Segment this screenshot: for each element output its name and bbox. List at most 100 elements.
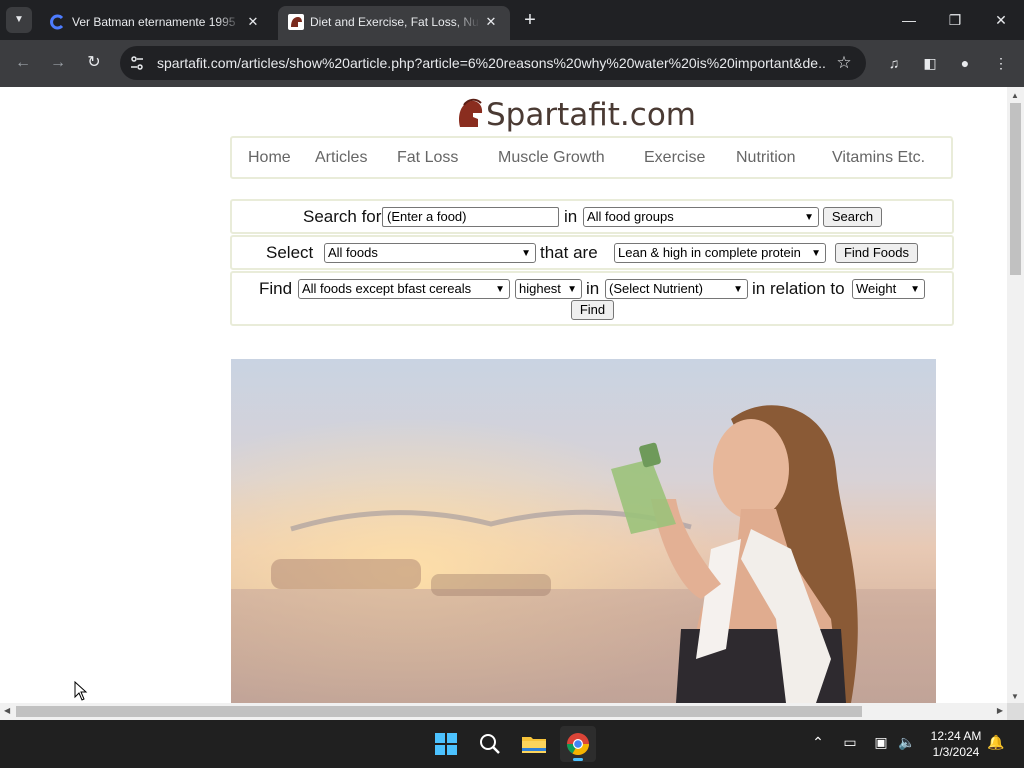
bookmark-star-icon[interactable]: ☆ (834, 53, 854, 73)
clock-date: 1/3/2024 (932, 745, 980, 759)
nav-nutrition[interactable]: Nutrition (736, 149, 796, 167)
system-clock[interactable]: 12:24 AM 1/3/2024 (922, 728, 990, 760)
find-label: Find (259, 279, 293, 298)
volume-icon[interactable]: 🔈 (897, 734, 917, 751)
start-button[interactable] (428, 726, 464, 762)
scroll-left-icon[interactable]: ◀ (4, 706, 10, 715)
tab-batman[interactable]: Ver Batman eternamente 1995 ✕ (40, 6, 272, 40)
search-button[interactable]: Search (823, 207, 882, 227)
vertical-scroll-thumb[interactable] (1010, 103, 1021, 275)
woman-drinking-water-photo (231, 359, 936, 703)
chevron-down-icon: ▼ (733, 284, 743, 295)
chevron-down-icon: ▼ (811, 248, 821, 259)
site-info-icon[interactable] (128, 54, 146, 72)
order-value: highest (519, 281, 561, 296)
foods-select[interactable]: All foods ▼ (324, 243, 536, 263)
tab-strip: ▼ Ver Batman eternamente 1995 ✕ Diet and… (0, 0, 1024, 40)
chevron-down-icon: ▼ (495, 284, 505, 295)
tab-search-button[interactable]: ▼ (6, 7, 32, 33)
battery-icon[interactable]: ▭ (840, 734, 860, 751)
notification-bell-icon[interactable]: 🔔 (986, 734, 1006, 751)
nutrient-value: (Select Nutrient) (609, 281, 703, 296)
tab-title: Diet and Exercise, Fat Loss, Nutrition (310, 15, 480, 29)
nav-articles[interactable]: Articles (315, 149, 367, 167)
restore-icon[interactable]: ❐ (932, 0, 978, 40)
find-foods-select[interactable]: All foods except bfast cereals ▼ (298, 279, 510, 299)
reload-icon[interactable]: ↻ (81, 50, 107, 76)
side-panel-icon[interactable]: ◧ (919, 52, 941, 74)
address-bar[interactable]: spartafit.com/articles/show%20article.ph… (120, 46, 866, 80)
tab-spartafit[interactable]: Diet and Exercise, Fat Loss, Nutrition ✕ (278, 6, 510, 40)
food-search-form: Search for (Enter a food) in All food gr… (230, 199, 954, 234)
relation-label: in relation to (752, 279, 845, 298)
media-control-icon[interactable]: ♫ (883, 52, 905, 74)
logo-text: Spartafit.com (486, 97, 696, 133)
horizontal-scrollbar[interactable]: ◀ ▶ (0, 703, 1007, 720)
cuevana-c-icon (50, 14, 64, 30)
chrome-taskbar-button[interactable] (560, 726, 596, 762)
criteria-select-value: Lean & high in complete protein (618, 245, 801, 260)
clock-time: 12:24 AM (930, 729, 982, 743)
search-taskbar-button[interactable] (472, 726, 508, 762)
tab-title: Ver Batman eternamente 1995 (72, 15, 236, 29)
food-select-form: Select All foods ▼ that are Lean & high … (230, 235, 954, 270)
browser-toolbar: ← → ↻ spartafit.com/articles/show%20arti… (0, 40, 1024, 87)
chevron-down-icon: ▼ (521, 248, 531, 259)
chevron-down-icon: ▼ (910, 284, 920, 295)
close-tab-icon[interactable]: ✕ (244, 13, 262, 31)
url-text[interactable]: spartafit.com/articles/show%20article.ph… (157, 55, 827, 71)
nav-exercise[interactable]: Exercise (644, 149, 705, 167)
spartan-helmet-icon (459, 98, 483, 127)
nav-home[interactable]: Home (248, 149, 291, 167)
mouse-cursor-icon (74, 681, 88, 701)
nav-muscle-growth[interactable]: Muscle Growth (498, 149, 605, 167)
minimize-icon[interactable]: — (886, 0, 932, 40)
food-group-select[interactable]: All food groups ▼ (583, 207, 819, 227)
food-search-input[interactable]: (Enter a food) (382, 207, 559, 227)
scroll-right-icon[interactable]: ▶ (997, 706, 1003, 715)
find-foods-value: All foods except bfast cereals (302, 281, 472, 296)
nutrient-select[interactable]: (Select Nutrient) ▼ (605, 279, 748, 299)
criteria-select[interactable]: Lean & high in complete protein ▼ (614, 243, 826, 263)
nutrient-find-form: Find All foods except bfast cereals ▼ hi… (230, 271, 954, 326)
close-window-icon[interactable]: ✕ (978, 0, 1024, 40)
select-label: Select (266, 243, 314, 262)
search-for-label: Search for (303, 207, 382, 226)
close-tab-icon[interactable]: ✕ (482, 13, 500, 31)
food-group-value: All food groups (587, 209, 674, 224)
scroll-up-icon[interactable]: ▲ (1011, 91, 1019, 100)
find-button[interactable]: Find (571, 300, 614, 320)
vertical-scrollbar[interactable]: ▲ ▼ (1007, 87, 1024, 703)
more-menu-icon[interactable]: ⋮ (990, 52, 1012, 74)
relation-value: Weight (856, 281, 897, 296)
horizontal-scroll-thumb[interactable] (16, 706, 862, 717)
chevron-up-icon[interactable]: ⌃ (808, 734, 828, 751)
relation-select[interactable]: Weight ▼ (852, 279, 925, 299)
chevron-down-icon: ▼ (804, 212, 814, 223)
chevron-down-icon: ▼ (567, 284, 577, 295)
back-arrow-icon[interactable]: ← (10, 50, 36, 76)
order-select[interactable]: highest ▼ (515, 279, 582, 299)
find-foods-button[interactable]: Find Foods (835, 243, 918, 263)
hero-illustration (231, 359, 936, 703)
scrollbar-corner (1007, 703, 1024, 720)
forward-arrow-icon[interactable]: → (45, 50, 71, 76)
nav-fat-loss[interactable]: Fat Loss (397, 149, 458, 167)
folder-icon (522, 737, 546, 753)
profile-icon[interactable]: ● (954, 52, 976, 74)
in-label: in (564, 207, 578, 226)
nav-vitamins[interactable]: Vitamins Etc. (832, 149, 925, 167)
in-label: in (586, 279, 600, 298)
windows-logo-icon (435, 733, 457, 755)
page-viewport: Spartafit.com Home Articles Fat Loss Mus… (0, 87, 1007, 703)
that-are-label: that are (540, 243, 598, 262)
scroll-down-icon[interactable]: ▼ (1011, 692, 1019, 701)
new-tab-button[interactable]: + (518, 8, 542, 32)
file-explorer-button[interactable] (516, 726, 552, 762)
search-icon (480, 734, 500, 754)
windows-taskbar: ⌃ ▭ ▣ 🔈 12:24 AM 1/3/2024 🔔 (0, 720, 1024, 768)
network-icon[interactable]: ▣ (871, 734, 891, 751)
spartafit-helmet-icon (288, 14, 304, 30)
active-indicator (573, 758, 583, 761)
main-nav: Home Articles Fat Loss Muscle Growth Exe… (230, 136, 953, 179)
